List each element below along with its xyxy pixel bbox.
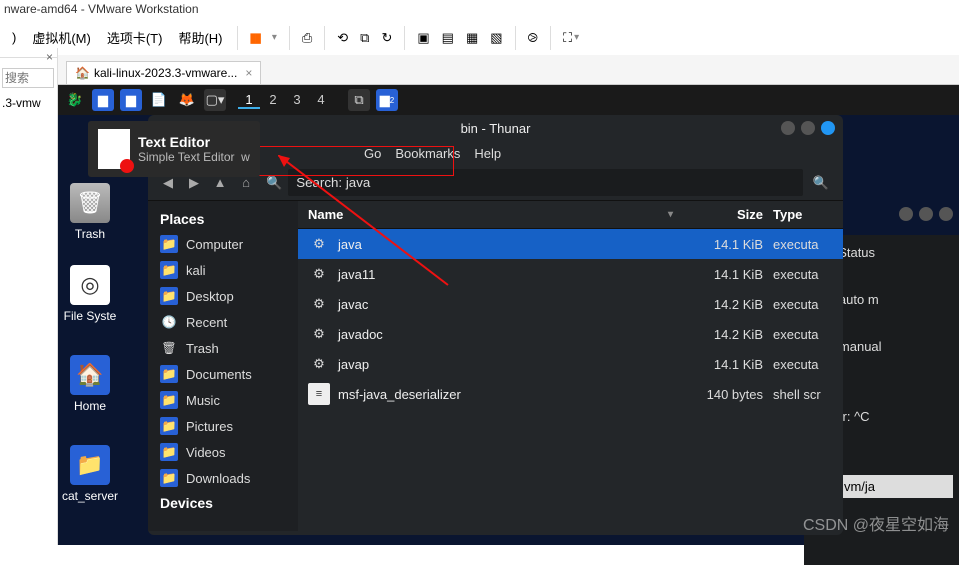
place-trash[interactable]: 🗑Trash <box>148 335 298 361</box>
pause-button[interactable]: ▮▮ <box>246 26 264 50</box>
trash-icon: 🗑 <box>160 339 178 357</box>
desktop-catserver[interactable]: 📁 cat_server <box>58 445 122 503</box>
text-editor-doc-icon <box>98 129 130 169</box>
snapshot-icon[interactable]: ⎙ <box>298 26 316 50</box>
tooltip-title: Text Editor <box>138 134 250 150</box>
menu-vm[interactable]: 虚拟机(M) <box>26 26 97 49</box>
folder-icon: 📁 <box>160 391 178 409</box>
executable-icon: ⚙ <box>308 323 330 345</box>
layout4-icon[interactable]: ▧ <box>486 26 506 50</box>
devices-header: Devices <box>148 491 298 515</box>
home-folder-icon: 🏠 <box>70 355 110 395</box>
task-files-icon[interactable]: ▆2 <box>376 89 398 111</box>
library-sidebar: × .3-vmw <box>0 48 58 545</box>
file-row[interactable]: ⚙java1114.1 KiBexecuta <box>298 259 843 289</box>
workspace-switcher[interactable]: 1 2 3 4 <box>238 92 332 109</box>
watermark: CSDN @夜星空如海 <box>803 511 949 535</box>
place-desktop[interactable]: 📁Desktop <box>148 283 298 309</box>
place-kali[interactable]: 📁kali <box>148 257 298 283</box>
folder-icon: 📁 <box>160 417 178 435</box>
thunar-window: bin - Thunar Go Bookmarks Help ◀ ▶ ▲ ⌂ 🔍 <box>148 115 843 535</box>
task-terminal-icon[interactable]: ⧉ <box>348 89 370 111</box>
trash-icon: 🗑 <box>70 183 110 223</box>
library-tree-item[interactable]: .3-vmw <box>0 90 57 117</box>
firefox-icon[interactable]: 🦊 <box>176 89 198 111</box>
script-icon: ≡ <box>308 383 330 405</box>
close-icon[interactable] <box>821 121 835 135</box>
library-search-input[interactable] <box>2 68 54 88</box>
folder-icon: 📁 <box>160 469 178 487</box>
folder-icon: 📁 <box>160 365 178 383</box>
layout1-icon[interactable]: ▣ <box>413 26 433 50</box>
file-row[interactable]: ⚙javadoc14.2 KiBexecuta <box>298 319 843 349</box>
file-row[interactable]: ⚙javac14.2 KiBexecuta <box>298 289 843 319</box>
place-documents[interactable]: 📁Documents <box>148 361 298 387</box>
text-editor-icon[interactable]: 📄 <box>148 89 170 111</box>
search-icon[interactable]: 🔍 <box>809 175 833 191</box>
dropdown-icon[interactable]: ▾ <box>268 28 281 47</box>
app-tooltip: Text Editor Simple Text Editor w <box>88 121 260 177</box>
files2-icon[interactable]: ▆ <box>120 89 142 111</box>
disk-icon: ◎ <box>70 265 110 305</box>
menu-help[interactable]: 帮助(H) <box>172 26 228 49</box>
place-computer[interactable]: 📁Computer <box>148 231 298 257</box>
file-list: Name▾ Size Type ⚙java14.1 KiBexecuta⚙jav… <box>298 201 843 531</box>
revert-icon[interactable]: ↻ <box>377 26 396 50</box>
folder-icon: 📁 <box>160 287 178 305</box>
executable-icon: ⚙ <box>308 293 330 315</box>
clock-icon[interactable]: ⟲ <box>333 26 352 50</box>
kali-desktop: Text Editor Simple Text Editor w 🗑 Trash… <box>58 115 959 545</box>
tab-home-icon: 🏠 <box>75 66 90 80</box>
minimize-icon[interactable] <box>781 121 795 135</box>
files-icon[interactable]: ▆ <box>92 89 114 111</box>
thunar-search-input[interactable] <box>288 169 803 196</box>
menu-bookmarks[interactable]: Bookmarks <box>395 146 460 161</box>
recent-icon: 🕓 <box>160 313 178 331</box>
folder-icon: 📁 <box>160 443 178 461</box>
menu-edit-partial[interactable]: ) <box>6 28 22 47</box>
executable-icon: ⚙ <box>308 233 330 255</box>
term-window-controls[interactable] <box>899 207 953 221</box>
host-menubar: ) 虚拟机(M) 选项卡(T) 帮助(H) ▮▮ ▾ ⎙ ⟲ ⧉ ↻ ▣ ▤ ▦… <box>0 18 959 58</box>
folder-icon: 📁 <box>160 235 178 253</box>
file-row[interactable]: ⚙javap14.1 KiBexecuta <box>298 349 843 379</box>
fullscreen-icon[interactable]: ⛶ ▾ <box>559 26 583 50</box>
place-downloads[interactable]: 📁Downloads <box>148 465 298 491</box>
desktop-home[interactable]: 🏠 Home <box>58 355 122 413</box>
file-row[interactable]: ⚙java14.1 KiBexecuta <box>298 229 843 259</box>
menu-go[interactable]: Go <box>364 146 381 161</box>
desktop-trash[interactable]: 🗑 Trash <box>58 183 122 241</box>
place-pictures[interactable]: 📁Pictures <box>148 413 298 439</box>
file-list-header[interactable]: Name▾ Size Type <box>298 201 843 229</box>
places-header: Places <box>148 207 298 231</box>
desktop-filesystem[interactable]: ◎ File Syste <box>58 265 122 323</box>
sidebar-close-icon[interactable]: × <box>0 48 57 66</box>
snapshot-mgr-icon[interactable]: ⧉ <box>356 26 373 50</box>
menu-tabs[interactable]: 选项卡(T) <box>101 26 169 49</box>
tooltip-subtitle: Simple Text Editor w <box>138 150 250 164</box>
terminal-icon[interactable]: ▢▾ <box>204 89 226 111</box>
place-music[interactable]: 📁Music <box>148 387 298 413</box>
layout2-icon[interactable]: ▤ <box>438 26 458 50</box>
kali-dragon-icon[interactable]: 🐉 <box>64 89 86 111</box>
vm-tab-kali[interactable]: 🏠 kali-linux-2023.3-vmware... × <box>66 61 261 84</box>
file-row[interactable]: ≡msf-java_deserializer140 bytesshell scr <box>298 379 843 409</box>
menu-help[interactable]: Help <box>474 146 501 161</box>
kali-taskbar: 🐉 ▆ ▆ 📄 🦊 ▢▾ 1 2 3 4 ⧉ ▆2 <box>58 85 959 115</box>
tab-close-icon[interactable]: × <box>245 66 252 80</box>
folder-icon: 📁 <box>70 445 110 485</box>
layout3-icon[interactable]: ▦ <box>462 26 482 50</box>
console-icon[interactable]: ⧁ <box>524 26 542 50</box>
place-recent[interactable]: 🕓Recent <box>148 309 298 335</box>
folder-icon: 📁 <box>160 261 178 279</box>
executable-icon: ⚙ <box>308 353 330 375</box>
place-videos[interactable]: 📁Videos <box>148 439 298 465</box>
places-sidebar: Places 📁Computer📁kali📁Desktop🕓Recent🗑Tra… <box>148 201 298 531</box>
vm-tab-strip: 🏠 kali-linux-2023.3-vmware... × <box>58 55 959 85</box>
host-window-title: nware-amd64 - VMware Workstation <box>0 0 959 18</box>
executable-icon: ⚙ <box>308 263 330 285</box>
maximize-icon[interactable] <box>801 121 815 135</box>
vm-console: 🐉 ▆ ▆ 📄 🦊 ▢▾ 1 2 3 4 ⧉ ▆2 Text Editor Si… <box>58 85 959 545</box>
